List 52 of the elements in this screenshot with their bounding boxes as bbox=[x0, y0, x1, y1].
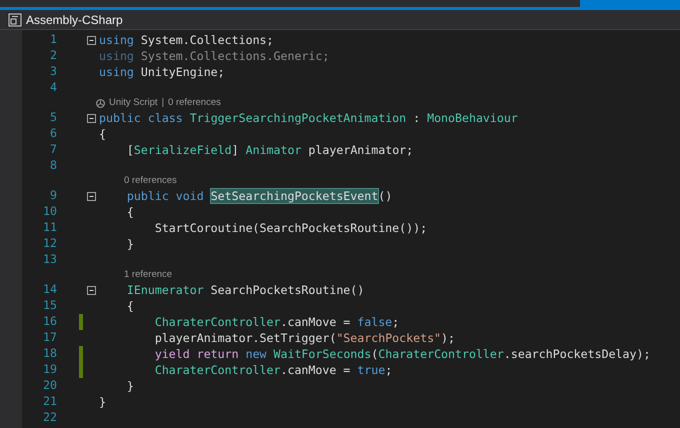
separator: | bbox=[162, 96, 164, 110]
project-icon bbox=[8, 12, 22, 26]
code-line: [SerializeField] Animator playerAnimator; bbox=[126, 142, 414, 158]
line-number: 5 bbox=[49, 109, 57, 126]
code-line: CharaterController.canMove = false; bbox=[154, 314, 400, 330]
code-line: public void SetSearchingPocketsEvent() bbox=[126, 188, 392, 204]
line-number: 21 bbox=[42, 393, 57, 410]
line-number: 9 bbox=[49, 187, 57, 204]
code-line: } bbox=[99, 394, 106, 410]
code-line: { bbox=[126, 298, 134, 314]
code-line: } bbox=[126, 236, 134, 252]
line-number: 15 bbox=[42, 297, 57, 314]
references-link[interactable]: 0 references bbox=[168, 96, 221, 110]
code-line: } bbox=[126, 378, 134, 394]
line-number: 22 bbox=[42, 409, 57, 426]
code-line: using System.Collections; bbox=[99, 32, 274, 48]
line-number: 18 bbox=[42, 345, 57, 362]
references-link[interactable]: 0 references bbox=[124, 174, 177, 188]
line-number: 16 bbox=[42, 313, 57, 330]
collapse-icon[interactable] bbox=[86, 286, 96, 294]
line-number: 13 bbox=[42, 251, 57, 268]
references-link[interactable]: 1 reference bbox=[124, 268, 172, 282]
code-line: playerAnimator.SetTrigger("SearchPockets"); bbox=[154, 330, 455, 346]
code-line: yield return new WaitForSeconds(CharaterController.searchPocketsDelay); bbox=[154, 346, 650, 362]
line-number: 10 bbox=[42, 203, 57, 220]
line-number: 17 bbox=[42, 329, 57, 346]
line-number: 12 bbox=[42, 235, 57, 252]
line-number: 14 bbox=[42, 281, 57, 298]
code-line: public class TriggerSearchingPocketAnimation : MonoBehaviour bbox=[99, 110, 518, 126]
collapse-icon[interactable] bbox=[86, 192, 96, 200]
collapse-icon[interactable] bbox=[86, 114, 96, 122]
line-number: 20 bbox=[42, 377, 57, 394]
line-number: 3 bbox=[49, 63, 57, 80]
codelens-label: Unity Script bbox=[109, 96, 158, 110]
collapse-icon[interactable] bbox=[86, 36, 96, 44]
code-line: using System.Collections.Generic; bbox=[99, 48, 330, 64]
code-line: CharaterController.canMove = true; bbox=[154, 362, 392, 378]
line-number: 2 bbox=[49, 47, 57, 64]
code-line: { bbox=[126, 204, 134, 220]
code-line: StartCoroutine(SearchPocketsRoutine()); bbox=[154, 220, 428, 236]
line-number: 7 bbox=[49, 141, 57, 158]
code-line: IEnumerator SearchPocketsRoutine() bbox=[126, 282, 364, 298]
line-number: 1 bbox=[49, 31, 57, 48]
line-number: 19 bbox=[42, 361, 57, 378]
line-number: 11 bbox=[42, 219, 57, 236]
project-name: Assembly-CSharp bbox=[26, 12, 123, 28]
code-line: { bbox=[99, 126, 106, 142]
line-number: 6 bbox=[49, 125, 57, 142]
line-number: 4 bbox=[49, 79, 57, 96]
code-line: using UnityEngine; bbox=[99, 64, 225, 80]
line-number: 8 bbox=[49, 157, 57, 174]
unity-logo-icon bbox=[96, 98, 105, 108]
